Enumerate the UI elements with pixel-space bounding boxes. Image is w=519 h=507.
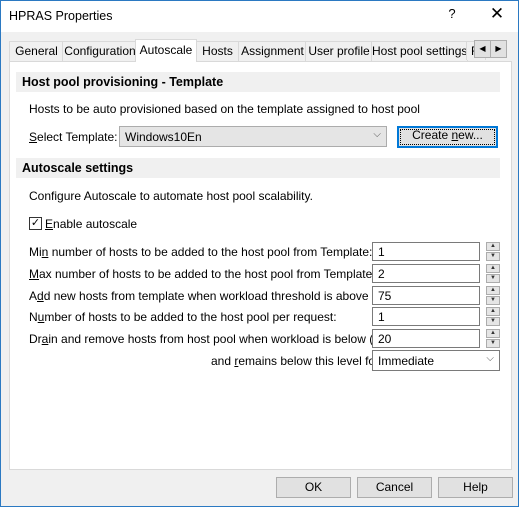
input-value: 2 <box>378 267 385 281</box>
label-text: elect Template: <box>37 130 118 144</box>
section-heading-autoscale: Autoscale settings <box>16 158 500 178</box>
drain-threshold-stepper[interactable]: ▲ ▼ <box>486 329 500 348</box>
min-hosts-stepper[interactable]: ▲ ▼ <box>486 242 500 261</box>
label-text: emains below this level for <box>238 354 380 368</box>
accelerator-key: d <box>37 289 44 303</box>
select-template-label: Select Template: <box>29 130 118 144</box>
max-hosts-input[interactable]: 2 <box>372 264 480 283</box>
tab-strip: General Configuration Autoscale Hosts As… <box>9 39 513 62</box>
input-value: 20 <box>378 332 392 346</box>
help-icon[interactable]: ? <box>442 6 462 21</box>
label-text: Mi <box>29 245 42 259</box>
accelerator-key: S <box>29 130 38 144</box>
template-select-value: Windows10En <box>125 130 202 144</box>
ok-button[interactable]: OK <box>276 477 351 498</box>
label-text: number of hosts to be added to the host … <box>48 245 373 259</box>
spin-up-icon[interactable]: ▲ <box>486 264 500 273</box>
add-threshold-stepper[interactable]: ▲ ▼ <box>486 286 500 305</box>
chevron-down-icon: ⌵ <box>486 353 494 364</box>
tab-host-pool-settings[interactable]: Host pool settings <box>371 41 468 61</box>
label-text: and <box>211 354 235 368</box>
spin-down-icon[interactable]: ▼ <box>486 296 500 305</box>
tab-scroll-right-icon[interactable]: ▶ <box>490 40 507 58</box>
enable-autoscale-label[interactable]: Enable autoscale <box>45 217 137 231</box>
remains-below-label: and remains below this level for <box>211 354 379 368</box>
hosts-per-request-stepper[interactable]: ▲ ▼ <box>486 307 500 326</box>
autoscale-description: Configure Autoscale to automate host poo… <box>29 189 313 203</box>
label-text: mber of hosts to be added to the host po… <box>44 310 337 324</box>
spin-down-icon[interactable]: ▼ <box>486 317 500 326</box>
tab-general[interactable]: General <box>9 41 64 61</box>
tab-assignment[interactable]: Assignment <box>238 41 307 61</box>
drain-threshold-label: Drain and remove hosts from host pool wh… <box>29 332 391 346</box>
help-button[interactable]: Help <box>438 477 513 498</box>
create-new-button[interactable]: Create new... <box>397 126 498 148</box>
tab-autoscale[interactable]: Autoscale <box>135 39 197 62</box>
add-threshold-input[interactable]: 75 <box>372 286 480 305</box>
enable-autoscale-checkbox[interactable]: ✓ <box>29 217 42 230</box>
spin-up-icon[interactable]: ▲ <box>486 307 500 316</box>
label-text: A <box>29 289 38 303</box>
hosts-per-request-input[interactable]: 1 <box>372 307 480 326</box>
spin-down-icon[interactable]: ▼ <box>486 252 500 261</box>
title-bar: HPRAS Properties ? ✕ <box>1 1 518 32</box>
accelerator-key: E <box>45 217 54 231</box>
accelerator-key: M <box>29 267 39 281</box>
template-select[interactable]: Windows10En ⌵ <box>119 126 387 147</box>
spin-down-icon[interactable]: ▼ <box>486 339 500 348</box>
input-value: 1 <box>378 310 385 324</box>
remains-duration-select[interactable]: Immediate ⌵ <box>372 350 500 371</box>
section-heading-template: Host pool provisioning - Template <box>16 72 500 92</box>
max-hosts-stepper[interactable]: ▲ ▼ <box>486 264 500 283</box>
hosts-per-request-label: Number of hosts to be added to the host … <box>29 310 337 324</box>
input-value: 1 <box>378 245 385 259</box>
label-text: d new hosts from template when workload … <box>43 289 394 303</box>
focus-rectangle <box>400 129 495 145</box>
label-text: nable autoscale <box>53 217 138 231</box>
min-hosts-input[interactable]: 1 <box>372 242 480 261</box>
tab-hosts[interactable]: Hosts <box>195 41 240 61</box>
spin-up-icon[interactable]: ▲ <box>486 286 500 295</box>
spin-up-icon[interactable]: ▲ <box>486 242 500 251</box>
spin-up-icon[interactable]: ▲ <box>486 329 500 338</box>
label-text: N <box>29 310 38 324</box>
window-title: HPRAS Properties <box>9 9 113 23</box>
properties-dialog: HPRAS Properties ? ✕ General Configurati… <box>0 0 519 507</box>
min-hosts-label: Min number of hosts to be added to the h… <box>29 245 372 259</box>
add-threshold-label: Add new hosts from template when workloa… <box>29 289 394 303</box>
tab-configuration[interactable]: Configuration <box>62 41 138 61</box>
remains-duration-value: Immediate <box>378 354 435 368</box>
input-value: 75 <box>378 289 392 303</box>
max-hosts-label: Max number of hosts to be added to the h… <box>29 267 376 281</box>
label-text: Dr <box>29 332 42 346</box>
tab-scroll-left-icon[interactable]: ◀ <box>474 40 491 58</box>
cancel-button[interactable]: Cancel <box>357 477 432 498</box>
drain-threshold-input[interactable]: 20 <box>372 329 480 348</box>
tab-user-profile[interactable]: User profile <box>305 41 373 61</box>
label-text: ax number of hosts to be added to the ho… <box>39 267 376 281</box>
close-icon[interactable]: ✕ <box>485 4 509 24</box>
template-description: Hosts to be auto provisioned based on th… <box>29 102 420 116</box>
spin-down-icon[interactable]: ▼ <box>486 274 500 283</box>
chevron-down-icon: ⌵ <box>373 129 381 140</box>
autoscale-panel: Host pool provisioning - Template Hosts … <box>9 61 512 470</box>
label-text: in and remove hosts from host pool when … <box>48 332 392 346</box>
